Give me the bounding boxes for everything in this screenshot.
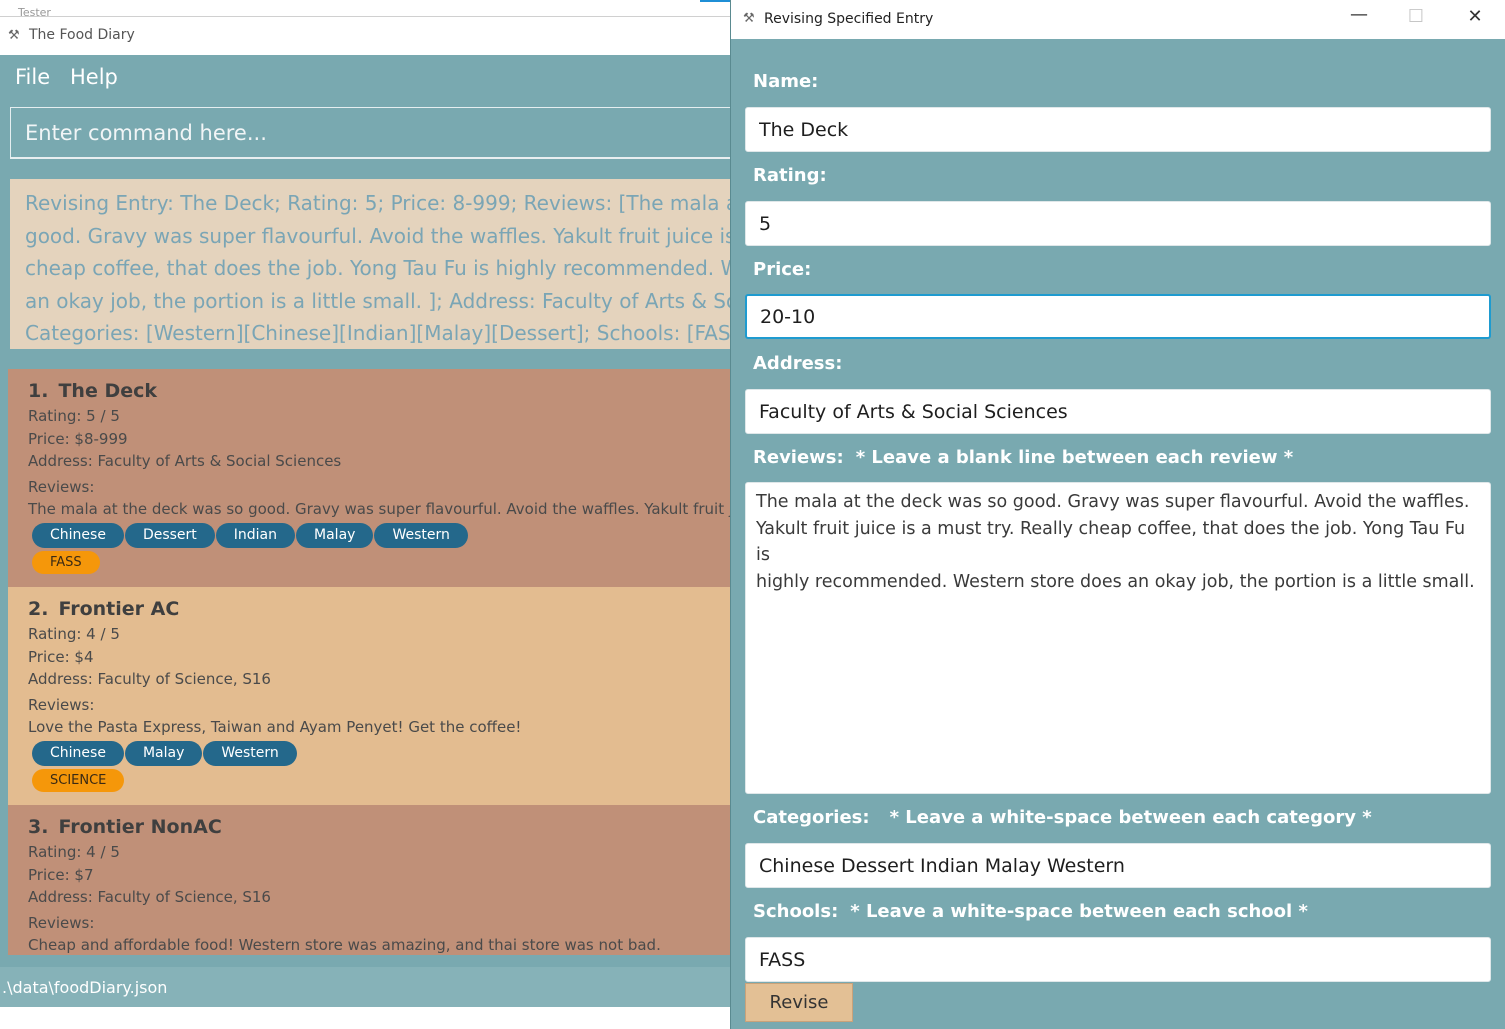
revise-dialog: ⚒ Revising Specified Entry — ☐ ✕ Name: R…: [730, 0, 1505, 1029]
schools-hint: * Leave a white-space between each schoo…: [850, 901, 1308, 922]
tools-icon: ⚒: [743, 11, 755, 26]
entry-price: Price: $7: [28, 865, 94, 884]
categories-hint: * Leave a white-space between each categ…: [889, 807, 1372, 828]
main-title-bar: ⚒ The Food Diary: [0, 17, 732, 55]
name-field[interactable]: [745, 107, 1491, 152]
categories-label: Categories:: [753, 807, 870, 828]
address-label: Address:: [753, 353, 843, 374]
categories-label-row: Categories: * Leave a white-space between…: [753, 807, 1372, 828]
result-line: good. Gravy was super flavourful. Avoid …: [25, 223, 732, 248]
entry-card[interactable]: 3. Frontier NonAC Rating: 4 / 5 Price: $7…: [8, 805, 732, 955]
entry-name: Frontier NonAC: [58, 816, 222, 838]
rating-label: Rating:: [753, 165, 827, 186]
category-tag: Malay: [296, 522, 374, 548]
entry-index: 2.: [28, 598, 49, 620]
category-tag: Western: [203, 740, 297, 766]
entry-price: Price: $4: [28, 647, 94, 666]
entry-card[interactable]: 1. The Deck Rating: 5 / 5 Price: $8-999 A…: [8, 369, 732, 587]
command-box: [10, 107, 732, 159]
revise-button[interactable]: Revise: [745, 983, 853, 1022]
entry-address: Address: Faculty of Science, S16: [28, 670, 271, 688]
entry-review: Cheap and affordable food! Western store…: [28, 936, 661, 954]
dialog-title-bar: ⚒ Revising Specified Entry — ☐ ✕: [731, 0, 1505, 39]
entry-price: Price: $8-999: [28, 429, 128, 448]
reviews-label-row: Reviews: * Leave a blank line between eac…: [753, 447, 1293, 468]
entry-card[interactable]: 2. Frontier AC Rating: 4 / 5 Price: $4 Ad…: [8, 587, 732, 805]
entry-address: Address: Faculty of Arts & Social Scienc…: [28, 452, 342, 470]
rating-field[interactable]: [745, 201, 1491, 246]
entry-title: 3. Frontier NonAC: [28, 813, 732, 841]
reviews-hint: * Leave a blank line between each review…: [855, 447, 1294, 468]
entry-review: The mala at the deck was so good. Gravy …: [28, 500, 732, 518]
category-tags: Chinese Malay Western: [32, 740, 732, 768]
school-tag: FASS: [32, 550, 100, 574]
main-window-title: The Food Diary: [29, 27, 135, 43]
entry-rating: Rating: 5 / 5: [28, 407, 120, 425]
entry-title: 1. The Deck: [28, 377, 732, 405]
entry-index: 3.: [28, 816, 49, 838]
result-line: an okay job, the portion is a little sma…: [25, 288, 732, 313]
entry-name: The Deck: [58, 380, 157, 402]
schools-label-row: Schools: * Leave a white-space between ea…: [753, 901, 1308, 922]
category-tag: Dessert: [124, 522, 215, 548]
result-line: cheap coffee, that does the job. Yong Ta…: [25, 256, 732, 280]
entry-name: Frontier AC: [58, 598, 180, 620]
school-tag: SCIENCE: [32, 768, 125, 792]
entry-review: Love the Pasta Express, Taiwan and Ayam …: [28, 718, 522, 736]
status-bar: .\data\foodDiary.json: [0, 967, 732, 1007]
category-tag: Malay: [124, 740, 203, 766]
entry-title: 2. Frontier AC: [28, 595, 732, 623]
maximize-icon[interactable]: ☐: [1394, 6, 1438, 27]
price-label: Price:: [753, 259, 812, 280]
price-field[interactable]: [745, 294, 1491, 339]
command-input[interactable]: [11, 108, 732, 157]
entry-reviews-label: Reviews:: [28, 913, 95, 932]
entry-index: 1.: [28, 380, 49, 402]
entry-reviews-label: Reviews:: [28, 477, 95, 496]
main-window: ⚒ The Food Diary File Help Revising Entr…: [0, 17, 732, 1007]
background-window-strip: Tester: [0, 0, 730, 19]
address-field[interactable]: [745, 389, 1491, 434]
category-tag: Chinese: [32, 522, 124, 548]
schools-label: Schools:: [753, 901, 839, 922]
entry-rating: Rating: 4 / 5: [28, 625, 120, 643]
entry-list[interactable]: 1. The Deck Rating: 5 / 5 Price: $8-999 A…: [8, 369, 732, 955]
tools-icon: ⚒: [8, 28, 20, 43]
minimize-icon[interactable]: —: [1337, 4, 1381, 25]
category-tags: Chinese Dessert Indian Malay Western: [32, 522, 732, 550]
name-label: Name:: [753, 71, 819, 92]
menu-help[interactable]: Help: [70, 65, 118, 89]
schools-field[interactable]: [745, 937, 1491, 982]
reviews-textarea[interactable]: The mala at the deck was so good. Gravy …: [745, 482, 1491, 794]
entry-address: Address: Faculty of Science, S16: [28, 888, 271, 906]
entry-rating: Rating: 4 / 5: [28, 843, 120, 861]
result-display: Revising Entry: The Deck; Rating: 5; Pri…: [10, 179, 732, 349]
reviews-label: Reviews:: [753, 447, 844, 468]
categories-field[interactable]: [745, 843, 1491, 888]
result-line: Categories: [Western][Chinese][Indian][M…: [25, 321, 732, 345]
dialog-title: Revising Specified Entry: [764, 11, 934, 27]
category-tag: Indian: [215, 522, 296, 548]
data-file-path: .\data\foodDiary.json: [2, 978, 168, 997]
result-line: Revising Entry: The Deck; Rating: 5; Pri…: [25, 191, 732, 215]
taskbar-accent: [700, 0, 730, 2]
category-tag: Chinese: [32, 740, 124, 766]
menu-bar: File Help: [0, 55, 732, 101]
category-tag: Western: [374, 522, 468, 548]
entry-reviews-label: Reviews:: [28, 695, 95, 714]
close-icon[interactable]: ✕: [1453, 6, 1497, 27]
menu-file[interactable]: File: [15, 65, 50, 89]
